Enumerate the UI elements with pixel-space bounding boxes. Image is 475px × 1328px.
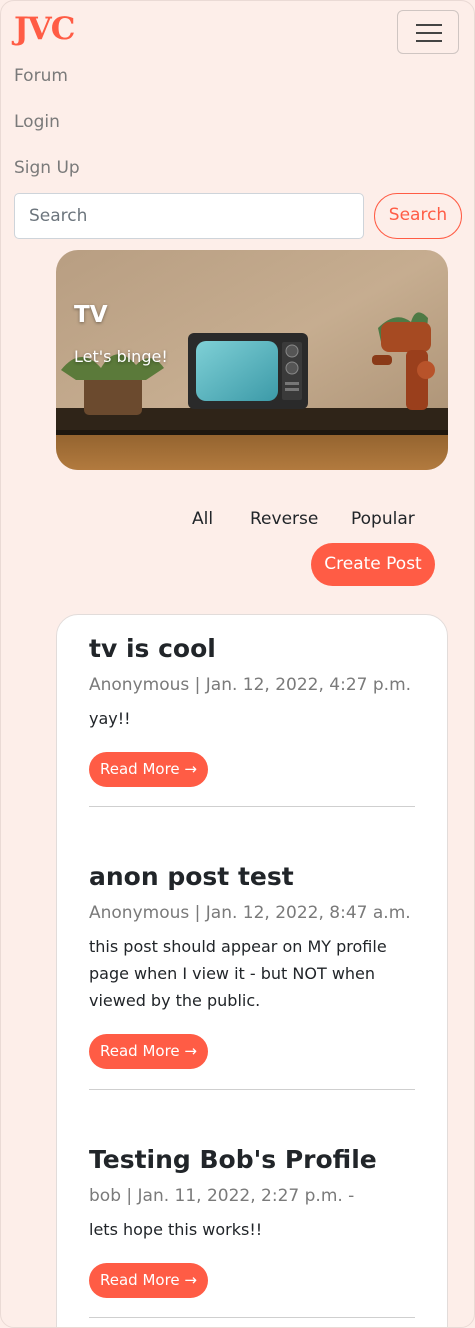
post-item: tv is cool Anonymous | Jan. 12, 2022, 4:… <box>89 633 417 787</box>
nav-link-sign-up[interactable]: Sign Up <box>14 158 80 178</box>
post-title[interactable]: Testing Bob's Profile <box>89 1144 417 1176</box>
post-item: anon post test Anonymous | Jan. 12, 2022… <box>89 861 417 1069</box>
filter-all[interactable]: All <box>192 509 213 529</box>
page: JVC Forum Login Sign Up Search Search TV… <box>0 0 475 1328</box>
create-post-button[interactable]: Create Post <box>311 543 435 586</box>
post-title[interactable]: anon post test <box>89 861 417 893</box>
search-input[interactable]: Search <box>14 193 364 239</box>
read-more-button[interactable]: Read More → <box>89 1034 208 1069</box>
nav-link-login[interactable]: Login <box>14 112 60 132</box>
post-body: yay!! <box>89 709 131 728</box>
post-divider <box>89 1089 415 1090</box>
search-button[interactable]: Search <box>374 193 462 239</box>
post-divider <box>89 1317 415 1318</box>
post-body: this post should appear on MY profile pa… <box>89 937 387 1010</box>
hero-title: TV <box>74 302 108 328</box>
read-more-button[interactable]: Read More → <box>89 752 208 787</box>
posts-card: tv is cool Anonymous | Jan. 12, 2022, 4:… <box>56 614 448 1327</box>
post-body: lets hope this works!! <box>89 1220 263 1239</box>
post-divider <box>89 806 415 807</box>
brand-logo[interactable]: JVC <box>14 11 75 47</box>
post-meta: Anonymous | Jan. 12, 2022, 8:47 a.m. <box>89 903 411 923</box>
post-meta: bob | Jan. 11, 2022, 2:27 p.m. - <box>89 1186 355 1206</box>
filter-reverse[interactable]: Reverse <box>250 509 318 529</box>
read-more-button[interactable]: Read More → <box>89 1263 208 1298</box>
post-meta: Anonymous | Jan. 12, 2022, 4:27 p.m. <box>89 675 412 695</box>
post-title[interactable]: tv is cool <box>89 633 417 665</box>
navbar-toggle-button[interactable] <box>397 10 459 54</box>
hero-subtitle: Let's binge! <box>74 347 168 366</box>
filter-popular[interactable]: Popular <box>351 509 415 529</box>
post-item: Testing Bob's Profile bob | Jan. 11, 202… <box>89 1144 417 1298</box>
hero-banner: TV Let's binge! <box>56 250 448 470</box>
nav-link-forum[interactable]: Forum <box>14 66 68 86</box>
